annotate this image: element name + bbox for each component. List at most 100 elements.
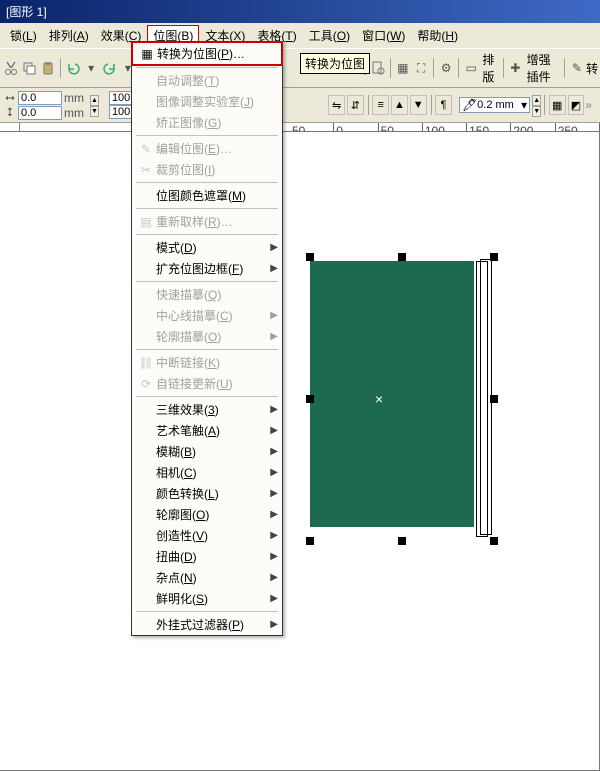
selection-handle[interactable] — [398, 253, 406, 261]
selection-handle[interactable] — [306, 537, 314, 545]
edit-bitmap-icon[interactable]: ▦ — [549, 95, 566, 115]
separator — [433, 58, 434, 78]
menu-separator — [136, 349, 278, 350]
undo-icon[interactable] — [65, 57, 81, 79]
menu-item[interactable]: 杂点(N)▶ — [132, 567, 282, 588]
menu-item-label: 中心线描摹(C) — [156, 307, 270, 324]
menu-item[interactable]: 位图颜色遮罩(M) — [132, 185, 282, 206]
position-group: ⭤mm ⭥mm — [4, 90, 84, 120]
selection-handle[interactable] — [306, 253, 314, 261]
menu-item[interactable]: 颜色转换(L)▶ — [132, 483, 282, 504]
menu-item[interactable]: ▦转换为位图(P)… — [131, 41, 283, 66]
selection-handle[interactable] — [490, 537, 498, 545]
outline-width-input[interactable] — [477, 99, 521, 111]
fullscreen-icon[interactable]: ⛶ — [413, 57, 429, 79]
menu-item[interactable]: 外挂式过滤器(P)▶ — [132, 614, 282, 635]
menu-item[interactable]: 扩充位图边框(F)▶ — [132, 258, 282, 279]
menu-item[interactable]: 相机(C)▶ — [132, 462, 282, 483]
submenu-arrow-icon: ▶ — [270, 572, 278, 583]
selected-rectangle[interactable] — [310, 261, 474, 527]
width-input[interactable] — [18, 91, 62, 105]
to-back-icon[interactable]: ▼ — [410, 95, 427, 115]
submenu-arrow-icon: ▶ — [270, 331, 278, 342]
menu-item[interactable]: 轮廓图(O)▶ — [132, 504, 282, 525]
menu-item: 轮廓描摹(O)▶ — [132, 326, 282, 347]
menu-item-label: 转换为位图(P)… — [157, 45, 277, 62]
toolbar-overflow-icon[interactable]: » — [585, 98, 596, 112]
menu-a[interactable]: 排列(A) — [43, 25, 95, 46]
refresh-icon: ⟳ — [136, 377, 156, 391]
canvas[interactable]: × — [20, 141, 600, 663]
menu-item-label: 图像调整实验室(J) — [156, 93, 278, 110]
menu-item-label: 编辑位图(E)… — [156, 140, 278, 157]
convert-label: 转 — [586, 60, 598, 77]
cut-icon[interactable] — [3, 57, 19, 79]
selection-handle[interactable] — [398, 537, 406, 545]
to-front-icon[interactable]: ▲ — [391, 95, 408, 115]
menu-item: 图像调整实验室(J) — [132, 91, 282, 112]
size-spinner[interactable]: ▲▼ — [90, 95, 99, 115]
selection-handle[interactable] — [490, 253, 498, 261]
separator — [60, 58, 61, 78]
tooltip: 转换为位图 — [300, 53, 370, 74]
menu-item-label: 模糊(B) — [156, 443, 270, 460]
menu-item-label: 中断链接(K) — [156, 354, 278, 371]
menu-item[interactable]: 模式(D)▶ — [132, 237, 282, 258]
layout-icon[interactable]: ▭ — [463, 57, 479, 79]
trace-bitmap-icon[interactable]: ◩ — [568, 95, 585, 115]
wrap-icon[interactable]: ¶ — [435, 95, 452, 115]
menu-o[interactable]: 工具(O) — [303, 25, 356, 46]
menu-separator — [136, 234, 278, 235]
zoom-page-icon[interactable] — [370, 57, 386, 79]
link-icon: ⛓ — [136, 356, 156, 370]
menu-item[interactable]: 模糊(B)▶ — [132, 441, 282, 462]
separator — [431, 95, 432, 115]
menu-item[interactable]: 艺术笔触(A)▶ — [132, 420, 282, 441]
copy-icon[interactable] — [21, 57, 37, 79]
menu-item-label: 三维效果(3) — [156, 401, 270, 418]
menu-item[interactable]: 扭曲(D)▶ — [132, 546, 282, 567]
menu-separator — [136, 281, 278, 282]
enhance-icon[interactable]: ✚ — [507, 57, 523, 79]
height-icon: ⭥ — [4, 105, 16, 120]
snap-icon[interactable]: ▦ — [395, 57, 411, 79]
standard-toolbar: ▾ ▾ 转换为位图 ▦ ⛶ ⚙ ▭ 排版 ✚ 增强插件 ✎ 转 — [0, 48, 600, 88]
submenu-arrow-icon: ▶ — [270, 488, 278, 499]
menu-h[interactable]: 帮助(H) — [411, 25, 464, 46]
menu-item-label: 模式(D) — [156, 239, 270, 256]
selection-handle[interactable] — [490, 395, 498, 403]
convert-icon[interactable]: ✎ — [569, 57, 585, 79]
edit-icon: ✎ — [136, 142, 156, 156]
outline-width-field[interactable]: 🖊 ▾ — [459, 97, 530, 113]
mirror-v-icon[interactable]: ⇵ — [347, 95, 364, 115]
menu-separator — [136, 67, 278, 68]
menu-item-label: 快速描摹(Q) — [156, 286, 278, 303]
outline-spinner[interactable]: ▲▼ — [532, 95, 541, 115]
submenu-arrow-icon: ▶ — [270, 404, 278, 415]
submenu-arrow-icon: ▶ — [270, 509, 278, 520]
menu-item[interactable]: 创造性(V)▶ — [132, 525, 282, 546]
menu-item: ⛓中断链接(K) — [132, 352, 282, 373]
align-icon[interactable]: ≡ — [372, 95, 389, 115]
submenu-arrow-icon: ▶ — [270, 242, 278, 253]
menu-item[interactable]: 鲜明化(S)▶ — [132, 588, 282, 609]
undo-dropdown-icon[interactable]: ▾ — [83, 57, 99, 79]
page[interactable] — [0, 131, 600, 771]
selection-handle[interactable] — [306, 395, 314, 403]
separator — [368, 95, 369, 115]
menu-separator — [136, 182, 278, 183]
menu-item[interactable]: 三维效果(3)▶ — [132, 399, 282, 420]
mirror-h-icon[interactable]: ⇋ — [328, 95, 345, 115]
menu-item-label: 重新取样(R)… — [156, 213, 278, 230]
submenu-arrow-icon: ▶ — [270, 619, 278, 630]
options-icon[interactable]: ⚙ — [438, 57, 454, 79]
menu-item-label: 矫正图像(G) — [156, 114, 278, 131]
menu-w[interactable]: 窗口(W) — [356, 25, 411, 46]
redo-icon[interactable] — [101, 57, 117, 79]
layout-label: 排版 — [482, 51, 499, 85]
paste-icon[interactable] — [40, 57, 56, 79]
menu-l[interactable]: 锁(L) — [4, 25, 43, 46]
pen-icon: 🖊 — [462, 98, 477, 112]
menu-item: ▤重新取样(R)… — [132, 211, 282, 232]
height-input[interactable] — [18, 106, 62, 120]
